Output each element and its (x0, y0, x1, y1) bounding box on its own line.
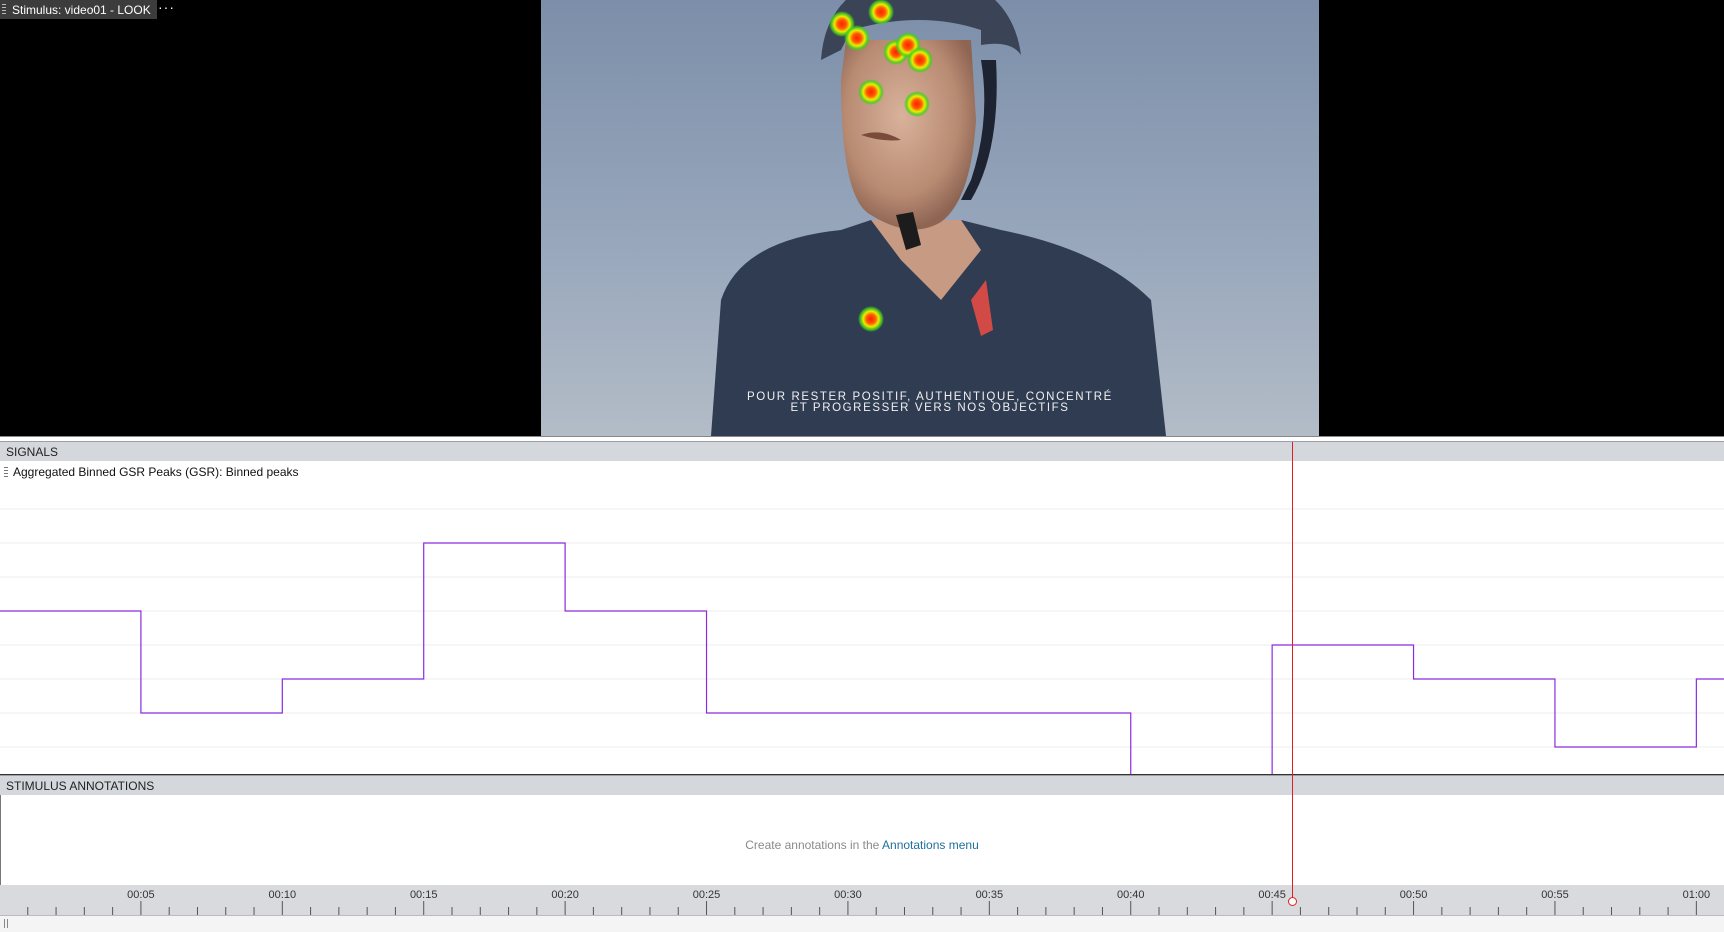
video-panel: Stimulus: video01 - LOOK ··· POUR RESTER… (0, 0, 1724, 436)
timeline-ruler[interactable]: 00:05 00:10 00:15 00:20 00:25 00:30 00:35 00:40… (0, 885, 1724, 915)
gaze-point (858, 79, 884, 105)
signal-label[interactable]: Aggregated Binned GSR Peaks (GSR): Binne… (4, 465, 299, 479)
tick-label: 00:55 (1541, 889, 1569, 901)
tick-label: 00:45 (1258, 889, 1286, 901)
tick-label: 01:00 (1683, 889, 1711, 901)
video-frame[interactable]: POUR RESTER POSITIF, AUTHENTIQUE, CONCEN… (541, 0, 1319, 436)
more-options-button[interactable]: ··· (158, 0, 175, 19)
gaze-point (907, 47, 933, 73)
signals-section-header: SIGNALS (0, 441, 1724, 461)
gaze-point (904, 91, 930, 117)
gsr-step-line (0, 542, 1724, 774)
tick-label: 00:05 (127, 889, 155, 901)
signal-label-text: Aggregated Binned GSR Peaks (GSR): Binne… (13, 465, 299, 479)
annotations-message-text: Create annotations in the (745, 838, 883, 852)
tick-label: 00:50 (1400, 889, 1428, 901)
tick-label: 00:20 (551, 889, 579, 901)
gaze-point (844, 25, 870, 51)
stimulus-annotations-header: STIMULUS ANNOTATIONS (0, 775, 1724, 795)
drag-grip-icon[interactable] (4, 466, 8, 478)
tick-label: 00:35 (976, 889, 1004, 901)
stimulus-tab-title: Stimulus: video01 - LOOK (12, 2, 151, 17)
tick-label: 00:30 (834, 889, 862, 901)
gsr-signal-chart[interactable] (0, 484, 1724, 774)
playhead-line[interactable] (1292, 442, 1293, 902)
annotations-empty-message: Create annotations in the Annotations me… (0, 838, 1724, 852)
drag-grip-icon[interactable] (2, 4, 6, 15)
gaze-heatmap-overlay (829, 0, 933, 332)
scrollbar-grip-icon[interactable] (4, 919, 10, 928)
tick-label: 00:25 (693, 889, 721, 901)
gaze-point (868, 0, 894, 25)
stimulus-tab[interactable]: Stimulus: video01 - LOOK (0, 0, 157, 19)
timeline-scrollbar[interactable] (0, 915, 1724, 932)
tick-label: 00:10 (269, 889, 297, 901)
chart-grid (0, 508, 1724, 748)
playhead-handle[interactable] (1288, 897, 1297, 906)
timeline-ticks: 00:05 00:10 00:15 00:20 00:25 00:30 00:35 00:40… (27, 889, 1711, 915)
tick-label: 00:40 (1117, 889, 1145, 901)
annotations-menu-link[interactable]: Annotations menu (882, 838, 979, 852)
tick-label: 00:15 (410, 889, 438, 901)
gaze-point (858, 306, 884, 332)
